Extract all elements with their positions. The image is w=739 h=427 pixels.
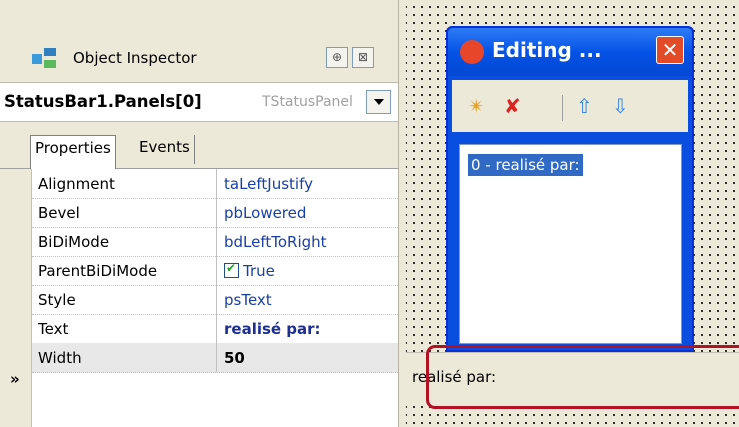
delete-icon[interactable]: ✘ bbox=[504, 94, 521, 118]
inspector-icon bbox=[32, 48, 56, 68]
inspector-tabs: Properties Events bbox=[0, 127, 398, 173]
property-value[interactable]: pbLowered bbox=[224, 204, 306, 222]
property-name: Text bbox=[38, 320, 69, 338]
property-value-checkbox[interactable]: True bbox=[224, 261, 275, 280]
tab-events[interactable]: Events bbox=[135, 135, 195, 164]
toolbar-divider bbox=[562, 95, 563, 121]
object-name: StatusBar1.Panels[0] bbox=[4, 92, 202, 111]
property-value[interactable]: realisé par: bbox=[224, 320, 321, 338]
property-row-alignment[interactable]: Alignment taLeftJustify bbox=[32, 169, 398, 199]
property-row-bidimode[interactable]: BiDiMode bdLeftToRight bbox=[32, 227, 398, 257]
property-row-bevel[interactable]: Bevel pbLowered bbox=[32, 198, 398, 228]
pin-icon[interactable]: ⊕ bbox=[326, 47, 348, 68]
close-icon[interactable]: ⊠ bbox=[352, 47, 374, 68]
property-name: Bevel bbox=[38, 204, 80, 222]
editor-title: Editing ... bbox=[492, 38, 602, 62]
object-type: TStatusPanel bbox=[262, 94, 353, 110]
property-row-width[interactable]: Width 50 bbox=[32, 343, 398, 373]
property-name: Alignment bbox=[38, 175, 115, 193]
delphi-icon bbox=[460, 40, 484, 64]
property-name: Width bbox=[38, 349, 82, 367]
move-down-icon[interactable]: ⇩ bbox=[612, 94, 629, 118]
property-value[interactable]: taLeftJustify bbox=[224, 175, 313, 193]
move-up-icon[interactable]: ⇧ bbox=[576, 94, 593, 118]
property-row-style[interactable]: Style psText bbox=[32, 285, 398, 315]
property-grid-gutter bbox=[0, 169, 32, 427]
property-row-text[interactable]: Text realisé par: bbox=[32, 314, 398, 344]
close-button[interactable]: ✕ bbox=[656, 36, 684, 64]
inspector-title: Object Inspector bbox=[73, 49, 197, 67]
property-value: True bbox=[243, 262, 275, 280]
tab-properties[interactable]: Properties bbox=[30, 135, 116, 173]
property-value[interactable]: bdLeftToRight bbox=[224, 233, 327, 251]
pane-splitter[interactable] bbox=[398, 0, 406, 427]
list-item[interactable]: 0 - realisé par: bbox=[468, 154, 583, 176]
editor-toolbar: ✴ ✘ ⇧ ⇩ bbox=[452, 80, 688, 132]
property-value[interactable]: psText bbox=[224, 291, 272, 309]
property-name: ParentBiDiMode bbox=[38, 262, 158, 280]
object-selector[interactable]: StatusBar1.Panels[0] TStatusPanel bbox=[0, 82, 398, 122]
chevron-down-icon[interactable] bbox=[366, 90, 391, 114]
annotation-highlight bbox=[426, 345, 739, 409]
property-name: BiDiMode bbox=[38, 233, 110, 251]
checkbox-checked-icon[interactable] bbox=[224, 261, 239, 278]
property-name: Style bbox=[38, 291, 76, 309]
property-value[interactable]: 50 bbox=[224, 349, 245, 367]
selected-row-marker-icon: » bbox=[10, 370, 20, 388]
add-new-icon[interactable]: ✴ bbox=[468, 94, 485, 118]
property-row-parentbidimode[interactable]: ParentBiDiMode True bbox=[32, 256, 398, 286]
